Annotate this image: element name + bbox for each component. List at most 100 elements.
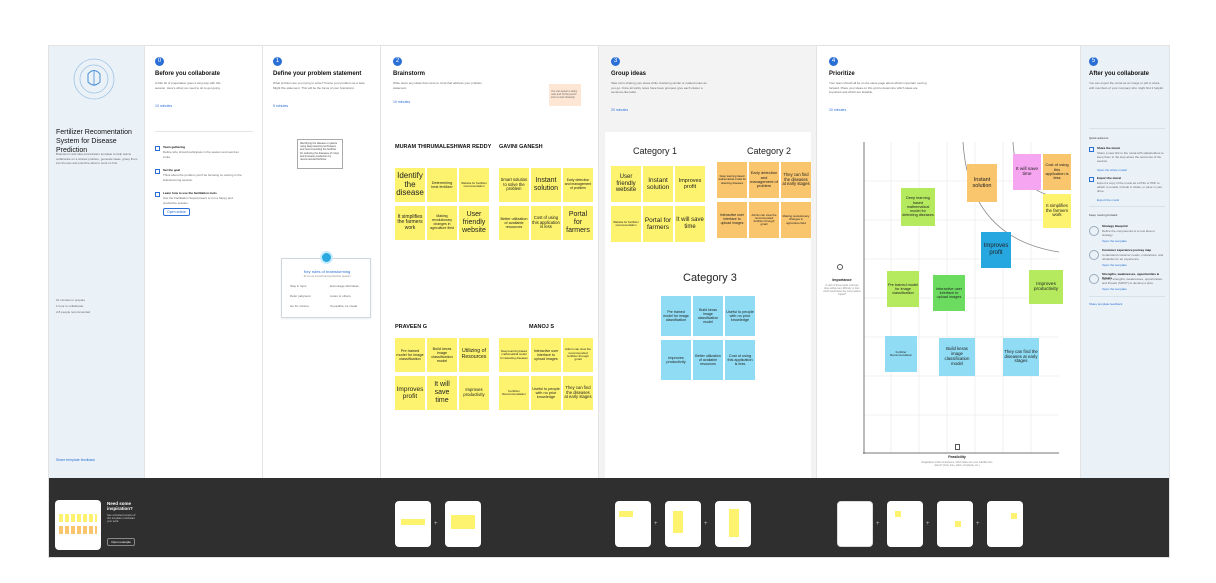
prioritize-thumbnail[interactable] [837,501,873,547]
inspiration-text: See a finished version of this template … [107,514,136,524]
step-text: Write down any ideas that come to mind t… [393,81,482,90]
sticky-note[interactable]: Admin can view the recommended fertilize… [563,338,593,372]
sticky-note[interactable]: They can find the diseases at early stag… [781,162,811,198]
sticky-note[interactable]: Interactive user interface to upload ima… [531,338,561,372]
divider [1089,206,1165,207]
sticky-note[interactable]: Pre trained model for image classificati… [395,338,425,372]
sticky-note[interactable]: Early detection and management of proble… [749,162,779,198]
rule-item: If possible, be visual. [330,304,358,308]
step-time: 20 minutes [829,108,847,112]
sticky-note[interactable]: Build keras image classification model [939,338,975,376]
checkbox-icon[interactable] [155,169,160,174]
open-article-button[interactable]: Open article [163,208,190,216]
sticky-note[interactable]: Utilizing of Resources [459,338,489,372]
sticky-note[interactable]: Better utilization of available resource… [693,340,723,380]
group-thumbnail[interactable] [715,501,751,547]
sticky-note[interactable]: Interactive user interface to upload ima… [933,275,965,311]
sticky-note[interactable]: Making revolutionary changes in agricult… [427,206,457,240]
sticky-note[interactable]: Fertilizer Recommendation [885,336,917,372]
sticky-note[interactable]: Deep learning based mathematical model f… [499,338,529,372]
keep-item-text: Define the components of a new idea or s… [1102,229,1156,237]
person-name: GAVINI GANESH [499,144,543,150]
brainstorm-thumbnail[interactable] [395,501,431,547]
sticky-note[interactable]: It will save time [427,376,457,410]
sticky-note[interactable]: Fertilizer Recommendation [499,376,529,410]
sticky-note[interactable]: Interactive user interface to upload ima… [717,202,747,238]
sticky-note[interactable]: Build keras image classification model [693,296,723,336]
sticky-note[interactable]: Determining best fertilizer [427,168,457,202]
sticky-note[interactable]: Improves productivity [661,340,691,380]
plus-icon: + [704,521,708,527]
sticky-note[interactable]: User friendly website [459,206,489,240]
sticky-note[interactable]: They can find the diseases at early stag… [1003,338,1039,376]
example-preview-card[interactable] [55,500,101,550]
prioritize-thumbnail[interactable] [937,501,973,547]
sticky-note[interactable]: It will save time [1013,154,1041,190]
step-title: Brainstorm [393,71,426,77]
sticky-note[interactable]: Pre trained model for image classificati… [887,271,919,307]
group-thumbnail[interactable] [665,501,701,547]
sticky-note[interactable]: Improves productivity [1029,270,1063,304]
sticky-note[interactable]: Better utilization of available resource… [499,206,529,240]
sticky-note[interactable]: Smart solution to solve the problem [499,168,529,202]
sticky-note[interactable]: Cost of using this application is less [725,340,755,380]
sticky-note[interactable]: Admin can view the recommended fertilize… [749,202,779,238]
step-title: Group ideas [611,71,647,77]
sticky-note[interactable]: Useful to people with no prior knowledge [531,376,561,410]
sticky-note[interactable]: Identify the disease [395,168,425,202]
before-column: 0 Before you collaborate A little bit of… [145,46,263,478]
problem-statement-card[interactable]: Identifying the disease on plants using … [297,139,343,169]
divider [155,131,253,132]
sticky-note[interactable]: It simplifies the farmers work [395,206,425,240]
sticky-note[interactable]: Instant solution [643,166,673,202]
sticky-note[interactable]: Website for Fertilizer recommendation [459,168,489,202]
sticky-note[interactable]: Pre trained model for image classificati… [661,296,691,336]
sticky-note[interactable]: Build keras image classification model [427,338,457,372]
step-time: 20 minutes [611,108,629,112]
drawing-tip-note: You can select a sticky note and hit the… [549,84,581,106]
export-mural-link[interactable]: Export the mural [1097,198,1119,202]
sticky-note[interactable]: Improves profit [675,166,705,202]
keep-item-text: Understand customer needs, motivations, … [1102,253,1164,261]
prioritize-thumbnail[interactable] [987,501,1023,547]
sticky-note[interactable]: Improves profit [981,232,1011,268]
open-template-link[interactable]: Open the template [1102,239,1127,243]
open-template-link[interactable]: Open the template [1102,287,1127,291]
checkbox-icon[interactable] [155,146,160,151]
sticky-note[interactable]: Early detection and management of proble… [563,168,593,202]
open-template-link[interactable]: Open the template [1102,263,1127,267]
sticky-note[interactable]: Portal for farmers [563,206,593,240]
importance-label: Importance [832,278,852,282]
open-example-button[interactable]: Open example [107,538,135,546]
prioritize-column: 4 Prioritize Your team should all be on … [817,46,1081,478]
sticky-note[interactable]: Useful to people with no prior knowledge [725,296,755,336]
intro-feedback-link[interactable]: Share template feedback [56,458,95,462]
step-number: 5 [1089,57,1098,66]
sticky-note[interactable]: Deep learning based mathematical model f… [901,188,935,226]
sticky-note[interactable]: Website for Fertilizer recommendation [611,206,641,242]
sticky-note[interactable]: Deep learning based mathematical model f… [717,162,747,198]
prioritize-thumbnail[interactable] [887,501,923,547]
sticky-note[interactable]: Cost of using this application is less [531,206,561,240]
sticky-note[interactable]: Improves profit [395,376,425,410]
sticky-note[interactable]: Instant solution [531,168,561,202]
category-label: Category 2 [747,146,792,156]
sticky-note[interactable]: Improves productivity [459,376,489,410]
group-thumbnail[interactable] [615,501,651,547]
share-feedback-link[interactable]: Share template feedback [1089,302,1122,306]
checkbox-icon[interactable] [155,192,160,197]
sticky-note[interactable]: They can find the diseases at early stag… [563,376,593,410]
sticky-note[interactable]: Portal for farmers [643,206,673,242]
sticky-note[interactable]: Cost of using this application is less [1043,154,1071,190]
sticky-note[interactable]: User friendly website [611,166,641,202]
step-title: Define your problem statement [273,71,362,77]
sticky-note[interactable]: It will save time [675,206,705,242]
open-share-modal-link[interactable]: Open the share modal [1097,168,1127,172]
feasibility-label: Feasibility [948,455,966,459]
person-name: PRAVEEN G [395,324,427,330]
brainstorm-thumbnail[interactable] [445,501,481,547]
sticky-note[interactable]: Making revolutionary changes in agricult… [781,202,811,238]
sticky-note[interactable]: Instant solution [967,164,997,202]
intro-stat-collaborate: 1 hour to collaborate [56,304,84,308]
sticky-note[interactable]: It simplifies the farmers work [1043,194,1071,228]
